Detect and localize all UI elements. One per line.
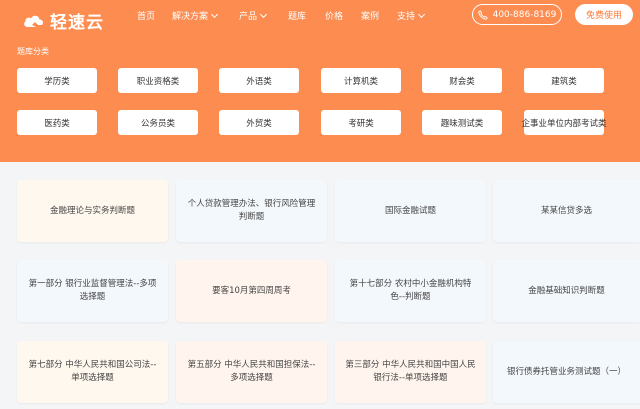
exam-card[interactable]: 个人贷款管理办法、银行风险管理判断题 bbox=[176, 180, 327, 242]
nav-item-cases[interactable]: 案例 bbox=[361, 9, 379, 22]
exam-card[interactable]: 金融理论与实务判断题 bbox=[17, 180, 168, 242]
phone-number: 400-886-8169 bbox=[492, 9, 557, 20]
exam-card[interactable]: 第一部分 银行业监督管理法--多项选择题 bbox=[17, 260, 168, 322]
nav-label: 解决方案 bbox=[172, 12, 209, 22]
category-button[interactable]: 考研类 bbox=[321, 110, 401, 135]
chevron-down-icon bbox=[210, 10, 219, 18]
nav-item-solutions[interactable]: 解决方案 bbox=[172, 9, 219, 22]
nav-label: 价格 bbox=[325, 12, 344, 22]
brand-name: 轻速云 bbox=[50, 13, 104, 33]
nav-label: 产品 bbox=[239, 12, 258, 22]
category-button[interactable]: 计算机类 bbox=[321, 68, 401, 93]
category-button[interactable]: 外语类 bbox=[219, 68, 299, 93]
chevron-down-icon bbox=[259, 10, 268, 18]
exam-card[interactable]: 银行债券托管业务测试题（一） bbox=[493, 341, 640, 403]
cloud-icon bbox=[22, 13, 46, 29]
exam-card[interactable]: 某某信贷多选 bbox=[493, 180, 640, 242]
category-button[interactable]: 公务员类 bbox=[118, 110, 198, 135]
nav-label: 题库 bbox=[288, 12, 307, 22]
category-button[interactable]: 财会类 bbox=[422, 68, 502, 93]
exam-card[interactable]: 金融基础知识判断题 bbox=[493, 260, 640, 322]
exam-card[interactable]: 第十七部分 农村中小金融机构特色--判断题 bbox=[335, 260, 486, 322]
categories-title: 题库分类 bbox=[17, 47, 49, 56]
nav-item-question-bank[interactable]: 题库 bbox=[288, 9, 306, 22]
category-button[interactable]: 职业资格类 bbox=[118, 68, 198, 93]
nav-label: 首页 bbox=[137, 12, 156, 22]
category-button[interactable]: 建筑类 bbox=[524, 68, 604, 93]
category-button[interactable]: 学历类 bbox=[17, 68, 97, 93]
category-button[interactable]: 医药类 bbox=[17, 110, 97, 135]
nav-item-support[interactable]: 支持 bbox=[397, 9, 426, 22]
exam-card[interactable]: 第五部分 中华人民共和国担保法--多项选择题 bbox=[176, 341, 327, 403]
category-button[interactable]: 外贸类 bbox=[219, 110, 299, 135]
free-trial-button[interactable]: 免费使用 bbox=[575, 4, 633, 25]
exam-card[interactable]: 要客10月第四周周考 bbox=[176, 260, 327, 322]
nav-label: 支持 bbox=[397, 12, 416, 22]
exam-card[interactable]: 第七部分 中华人民共和国公司法--单项选择题 bbox=[17, 341, 168, 403]
nav-item-home[interactable]: 首页 bbox=[137, 9, 155, 22]
category-button[interactable]: 企事业单位内部考试类 bbox=[522, 110, 607, 135]
chevron-down-icon bbox=[417, 10, 426, 18]
exam-card[interactable]: 第三部分 中华人民共和国中国人民银行法--单项选择题 bbox=[335, 341, 486, 403]
nav-item-pricing[interactable]: 价格 bbox=[325, 9, 343, 22]
nav-label: 案例 bbox=[361, 12, 380, 22]
phone-icon bbox=[477, 9, 488, 20]
brand-logo[interactable]: 轻速云 bbox=[22, 8, 104, 33]
hero-banner: 轻速云 首页 解决方案 产品 题库 价格 案例 支持 400-886-8169 … bbox=[0, 0, 640, 162]
category-button[interactable]: 趣味测试类 bbox=[422, 110, 502, 135]
exam-card[interactable]: 国际金融试题 bbox=[335, 180, 486, 242]
nav-item-products[interactable]: 产品 bbox=[239, 9, 268, 22]
phone-button[interactable]: 400-886-8169 bbox=[472, 4, 562, 25]
